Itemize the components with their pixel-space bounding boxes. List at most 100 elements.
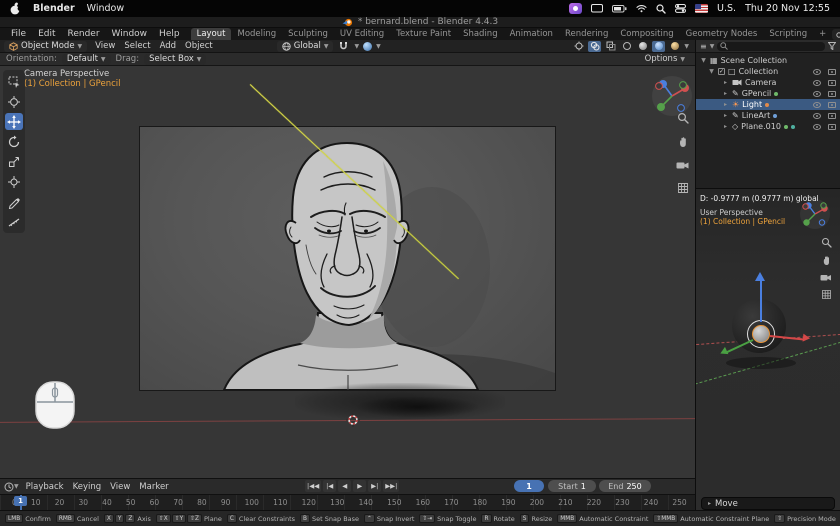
workspace-tab[interactable]: Texture Paint xyxy=(390,28,457,40)
menu-item[interactable]: Edit xyxy=(33,29,60,39)
move-gizmo-circle[interactable] xyxy=(747,320,775,348)
operator-expand-icon[interactable]: ▸ xyxy=(708,500,711,507)
camera-view-icon[interactable] xyxy=(820,273,832,282)
outliner-search-input[interactable] xyxy=(717,42,825,51)
show-gizmos-icon[interactable] xyxy=(572,41,585,52)
screen-recording-icon[interactable] xyxy=(569,3,582,14)
timeline-editor-dropdown-icon[interactable]: ▼ xyxy=(14,483,19,490)
rendered-shading-icon[interactable] xyxy=(668,41,681,52)
move-tool[interactable] xyxy=(5,113,23,130)
scene-selector[interactable]: Scene × xyxy=(832,29,840,40)
display-icon[interactable] xyxy=(591,4,603,13)
workspace-tab[interactable]: + xyxy=(813,28,832,40)
ortho-grid-icon[interactable] xyxy=(821,289,832,300)
solid-shading-icon[interactable] xyxy=(636,41,649,52)
outliner-row-plane[interactable]: ▸◇ Plane.010 xyxy=(696,121,840,132)
playback-button[interactable]: |◀◀ xyxy=(305,480,321,492)
workspace-tab[interactable]: Layout xyxy=(191,28,232,40)
proportional-dropdown-icon[interactable]: ▼ xyxy=(376,43,381,50)
menu-item[interactable]: File xyxy=(6,29,31,39)
menu-item[interactable]: Help xyxy=(154,29,185,39)
hide-icon[interactable] xyxy=(813,113,821,119)
render-visibility-icon[interactable] xyxy=(828,102,836,108)
workspace-tab[interactable]: Geometry Nodes xyxy=(680,28,764,40)
shading-dropdown-icon[interactable]: ▼ xyxy=(684,43,689,50)
hide-icon[interactable] xyxy=(813,69,821,75)
hide-icon[interactable] xyxy=(813,80,821,86)
outliner-filter-icon[interactable] xyxy=(828,42,836,50)
move-gizmo-z-axis[interactable] xyxy=(760,281,762,322)
timeline-editor-icon[interactable] xyxy=(4,482,14,492)
viewport-menu-item[interactable]: Select xyxy=(120,41,154,51)
transform-orientation-dropdown[interactable]: Global ▼ xyxy=(277,41,334,52)
timeline-ruler[interactable]: 0102030405060708090100110120130140150160… xyxy=(0,494,695,510)
playback-button[interactable]: ▶ xyxy=(353,480,366,492)
timeline-menu-item[interactable]: Keying xyxy=(69,482,106,492)
workspace-tab[interactable]: Animation xyxy=(504,28,559,40)
workspace-tab[interactable]: UV Editing xyxy=(334,28,390,40)
workspace-tab[interactable]: Modeling xyxy=(231,28,282,40)
material-preview-icon[interactable] xyxy=(652,41,665,52)
timeline-menu-item[interactable]: Playback xyxy=(22,482,68,492)
select-box-tool[interactable] xyxy=(5,73,23,90)
playback-button[interactable]: ▶| xyxy=(368,480,381,492)
operator-panel[interactable]: ▸ Move xyxy=(701,497,835,510)
workspace-tab[interactable]: Rendering xyxy=(559,28,614,40)
workspace-tab[interactable]: Scripting xyxy=(763,28,813,40)
secondary-3d-viewport[interactable]: D: -0.9777 m (0.9777 m) global User Pers… xyxy=(695,188,840,510)
render-visibility-icon[interactable] xyxy=(828,80,836,86)
annotate-tool[interactable] xyxy=(5,193,23,210)
macos-window-menu[interactable]: Window xyxy=(87,3,124,14)
toggle-xray-icon[interactable] xyxy=(604,41,617,52)
playhead-frame-label[interactable]: 1 xyxy=(14,496,27,506)
playback-button[interactable]: |◀ xyxy=(323,480,336,492)
viewport-menu-item[interactable]: Add xyxy=(156,41,180,51)
snap-magnet-icon[interactable] xyxy=(337,41,350,52)
pan-hand-icon[interactable] xyxy=(821,255,832,266)
outliner-row-collection[interactable]: ▼ □ Collection xyxy=(696,66,840,77)
workspace-tab[interactable]: Shading xyxy=(457,28,504,40)
input-source-label[interactable]: U.S. xyxy=(717,3,736,14)
render-visibility-icon[interactable] xyxy=(828,113,836,119)
cursor-tool[interactable] xyxy=(5,93,23,110)
playback-button[interactable]: ◀ xyxy=(338,480,351,492)
spotlight-icon[interactable] xyxy=(656,4,666,14)
control-center-icon[interactable] xyxy=(675,4,686,13)
main-3d-viewport[interactable]: Camera Perspective (1) Collection | GPen… xyxy=(0,66,695,478)
apple-menu[interactable] xyxy=(10,2,21,15)
wireframe-shading-icon[interactable] xyxy=(620,41,633,52)
zoom-icon[interactable] xyxy=(677,112,689,124)
hide-icon[interactable] xyxy=(813,91,821,97)
menubar-clock[interactable]: Thu 20 Nov 12:55 xyxy=(745,3,830,14)
hide-icon[interactable] xyxy=(813,124,821,130)
options-dropdown[interactable]: Options▼ xyxy=(645,54,689,64)
playback-button[interactable]: ▶▶| xyxy=(383,480,399,492)
pan-hand-icon[interactable] xyxy=(677,136,689,148)
mode-dropdown[interactable]: Object Mode ▼ xyxy=(4,41,87,52)
show-overlays-icon[interactable] xyxy=(588,41,601,52)
drag-setting-dropdown[interactable]: Select Box▼ xyxy=(144,54,206,65)
zoom-icon[interactable] xyxy=(821,237,832,248)
transform-tool[interactable] xyxy=(5,173,23,190)
frame-end-field[interactable]: End250 xyxy=(599,480,651,492)
current-frame-field[interactable]: 1 xyxy=(514,480,544,492)
hide-icon[interactable] xyxy=(813,102,821,108)
render-visibility-icon[interactable] xyxy=(828,124,836,130)
menu-item[interactable]: Render xyxy=(63,29,105,39)
collection-checkbox[interactable] xyxy=(718,68,725,75)
viewport-menu-item[interactable]: Object xyxy=(181,41,217,51)
rotate-tool[interactable] xyxy=(5,133,23,150)
measure-tool[interactable] xyxy=(5,213,23,230)
battery-icon[interactable] xyxy=(612,5,627,13)
orientation-setting-dropdown[interactable]: Default▼ xyxy=(62,54,111,65)
outliner-row-gpencil[interactable]: ▸✎ GPencil xyxy=(696,88,840,99)
ortho-grid-icon[interactable] xyxy=(677,182,689,194)
input-source-flag-icon[interactable] xyxy=(695,4,708,13)
frame-start-field[interactable]: Start1 xyxy=(548,480,596,492)
timeline-menu-item[interactable]: View xyxy=(106,482,134,492)
proportional-editing-icon[interactable] xyxy=(363,42,372,51)
outliner-row-scene-collection[interactable]: ▼▦ Scene Collection xyxy=(696,55,840,66)
timeline-menu-item[interactable]: Marker xyxy=(135,482,172,492)
camera-view-icon[interactable] xyxy=(676,160,689,170)
viewport-menu-item[interactable]: View xyxy=(91,41,119,51)
